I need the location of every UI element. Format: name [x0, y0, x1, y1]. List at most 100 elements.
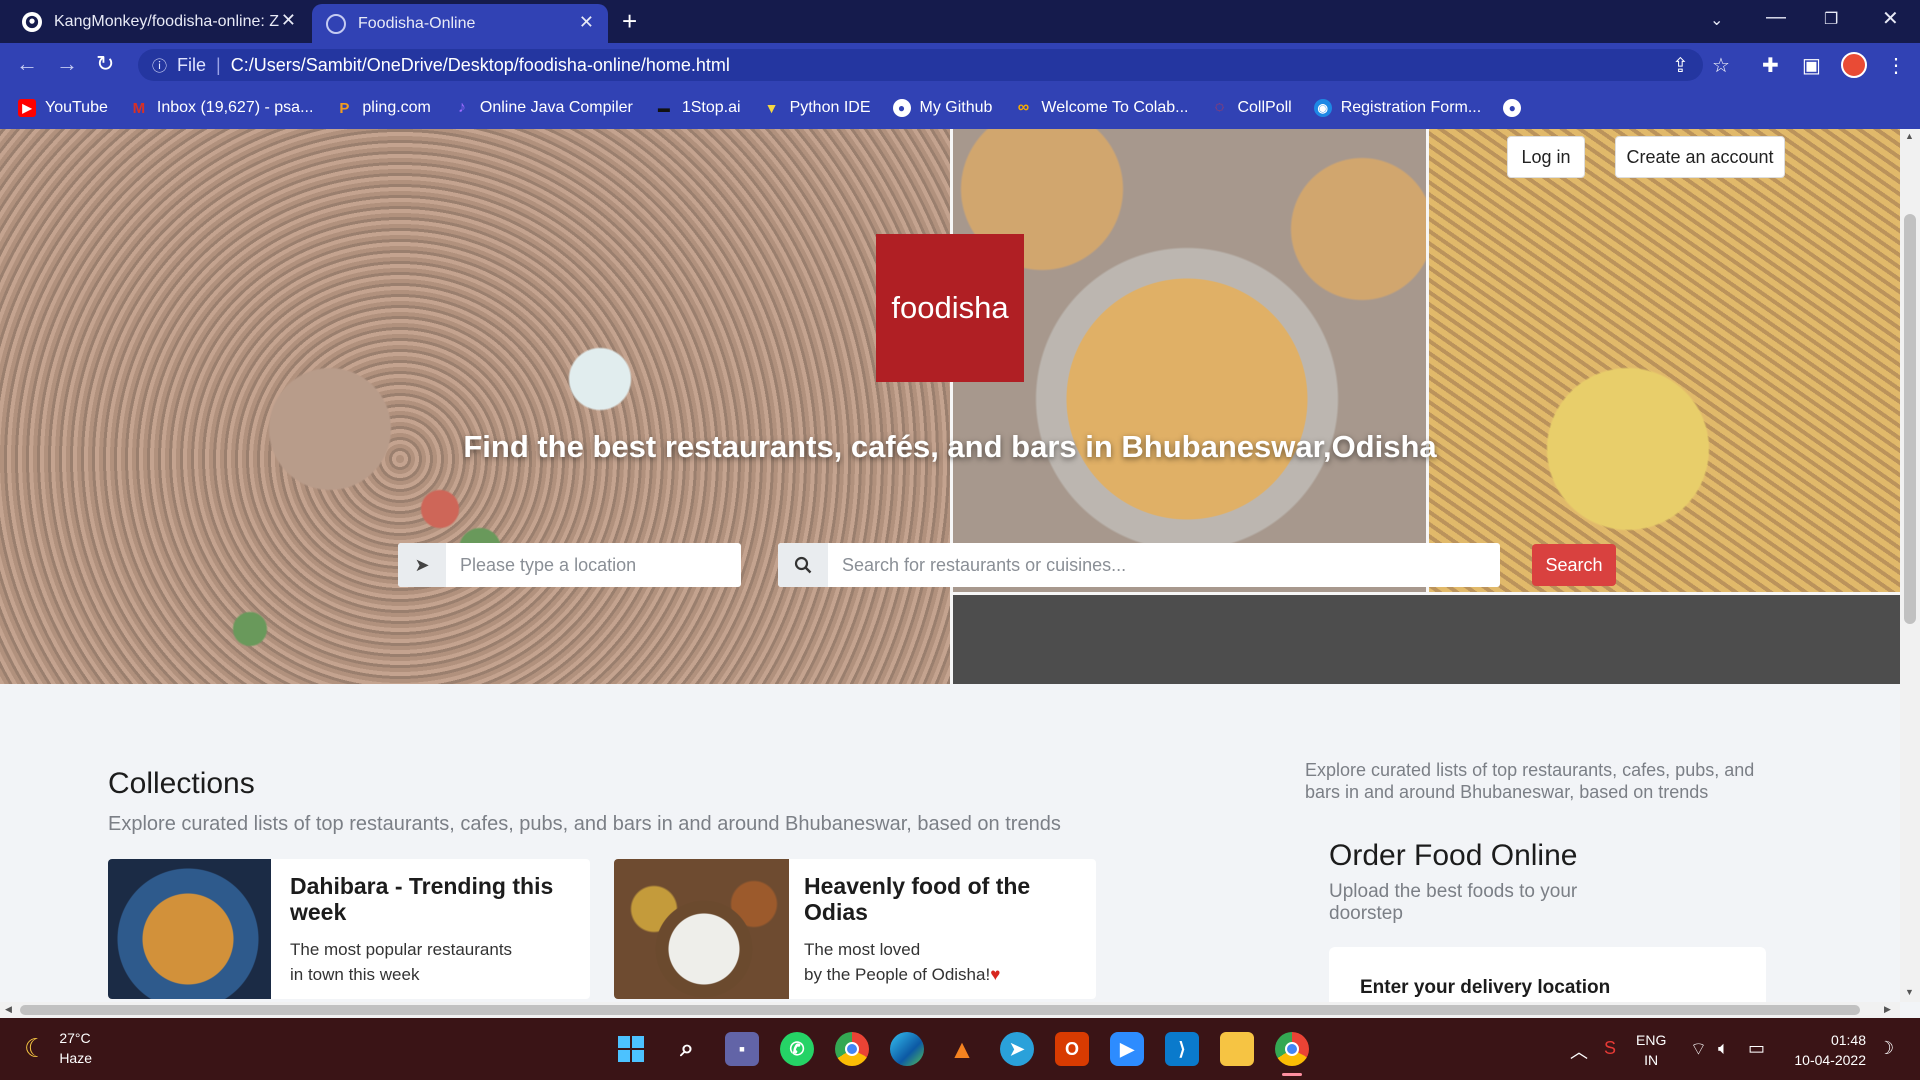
active-app-indicator — [1282, 1073, 1302, 1076]
bookmark-star-icon[interactable]: ☆ — [1712, 53, 1730, 78]
card-description: The most popular restaurants in town thi… — [290, 940, 513, 984]
restore-icon[interactable]: ❐ — [1824, 9, 1838, 29]
temperature: 27°C — [59, 1030, 91, 1046]
hero-banner: Log in Create an account foodisha Find t… — [0, 129, 1900, 684]
foodisha-logo[interactable]: foodisha — [876, 234, 1024, 382]
location-placeholder: Please type a location — [460, 554, 637, 575]
scroll-down-icon[interactable]: ▼ — [1905, 987, 1914, 997]
bookmark-colab[interactable]: ∞ Welcome To Colab... — [1014, 99, 1189, 117]
bookmark-label: My Github — [919, 99, 993, 116]
close-icon[interactable]: ✕ — [579, 12, 594, 33]
scrollbar-thumb[interactable] — [20, 1005, 1860, 1015]
browser-toolbar: ← → ↻ ⓘ File | C:/Users/Sambit/OneDrive/… — [0, 43, 1920, 87]
scroll-left-icon[interactable]: ◀ — [5, 1004, 12, 1015]
new-tab-button[interactable]: + — [622, 6, 637, 37]
profile-avatar[interactable] — [1841, 52, 1867, 78]
bookmark-github[interactable]: ● My Github — [892, 99, 993, 117]
location-input[interactable]: ➤ Please type a location — [398, 543, 741, 587]
hero-overlay — [0, 129, 1900, 684]
language-indicator[interactable]: ENG IN — [1636, 1030, 1666, 1070]
scrollbar-thumb[interactable] — [1904, 214, 1916, 624]
collection-card[interactable]: Heavenly food of the Odias The most love… — [614, 859, 1096, 999]
bookmark-java-compiler[interactable]: ♪ Online Java Compiler — [453, 99, 633, 117]
card-description: The most loved by the People of Odisha!♥ — [804, 937, 1084, 987]
start-icon[interactable] — [614, 1032, 648, 1066]
tab-github[interactable]: KangMonkey/foodisha-online: Z ✕ — [8, 0, 310, 43]
globe-icon — [326, 13, 346, 34]
bookmark-youtube[interactable]: ▶ YouTube — [18, 99, 108, 117]
sidebar-description: Explore curated lists of top restaurants… — [1305, 760, 1755, 802]
bookmark-inbox[interactable]: M Inbox (19,627) - psa... — [130, 99, 314, 117]
teams-chat-icon[interactable]: ▪ — [725, 1032, 759, 1066]
volume-icon[interactable]: 🔈︎ — [1718, 1038, 1729, 1059]
clock[interactable]: 01:48 10-04-2022 — [1786, 1030, 1866, 1070]
clock-time: 01:48 — [1830, 1032, 1866, 1048]
zoom-icon[interactable]: ▶ — [1110, 1032, 1144, 1066]
chrome-active-icon[interactable] — [1275, 1032, 1309, 1066]
share-icon[interactable]: ⇪ — [1672, 53, 1689, 78]
bookmark-label: pling.com — [362, 99, 431, 116]
battery-icon[interactable]: ▭ — [1748, 1038, 1765, 1059]
delivery-location-card[interactable]: Enter your delivery location — [1329, 947, 1766, 1002]
office-icon[interactable]: O — [1055, 1032, 1089, 1066]
info-icon[interactable]: ⓘ — [152, 55, 167, 76]
bookmark-github-extra[interactable]: ● — [1503, 99, 1530, 117]
vlc-icon[interactable]: ▲ — [945, 1032, 979, 1066]
chrome-icon[interactable] — [835, 1032, 869, 1066]
youtube-icon: ▶ — [18, 99, 36, 117]
weather-widget[interactable]: ☾ 27°C Haze — [24, 1028, 92, 1068]
language-bottom: IN — [1644, 1052, 1659, 1068]
whatsapp-icon[interactable]: ✆ — [780, 1032, 814, 1066]
search-button[interactable]: Search — [1532, 544, 1616, 586]
bookmark-python-ide[interactable]: ▼ Python IDE — [763, 99, 871, 117]
forward-icon[interactable]: → — [56, 51, 78, 77]
show-hidden-icons[interactable]: ︿ — [1570, 1038, 1588, 1064]
wifi-icon[interactable]: ⌔ — [1690, 1038, 1707, 1061]
back-icon[interactable]: ← — [16, 51, 38, 77]
window-close-icon[interactable]: ✕ — [1882, 6, 1899, 31]
notifications-icon[interactable]: ☽ — [1878, 1038, 1894, 1059]
onestop-icon: ▬ — [657, 101, 670, 115]
java-icon: ♪ — [457, 99, 466, 116]
search-icon[interactable]: ⌕ — [670, 1032, 704, 1066]
edge-icon[interactable] — [890, 1032, 924, 1066]
file-explorer-icon[interactable] — [1220, 1032, 1254, 1066]
create-account-button[interactable]: Create an account — [1615, 136, 1785, 178]
weather-condition: Haze — [59, 1050, 92, 1066]
bookmark-label: Registration Form... — [1340, 99, 1482, 116]
telegram-icon[interactable]: ➤ — [1000, 1032, 1034, 1066]
github-icon — [22, 11, 42, 32]
antivirus-icon[interactable]: S — [1604, 1038, 1616, 1059]
collpoll-icon: ◌ — [1214, 99, 1225, 116]
horizontal-scrollbar[interactable]: ◀ ▶ — [0, 1002, 1900, 1018]
close-icon[interactable]: ✕ — [281, 10, 296, 31]
delivery-location-label: Enter your delivery location — [1360, 977, 1611, 998]
vscode-icon[interactable]: ⟩ — [1165, 1032, 1199, 1066]
restaurant-search-input[interactable]: Search for restaurants or cuisines... — [778, 543, 1500, 587]
scroll-up-icon[interactable]: ▲ — [1905, 131, 1914, 141]
side-panel-icon[interactable]: ▣ — [1802, 53, 1821, 78]
bookmark-registration[interactable]: ◉ Registration Form... — [1313, 99, 1482, 117]
address-url: C:/Users/Sambit/OneDrive/Desktop/foodish… — [230, 54, 730, 75]
bookmark-label: YouTube — [45, 99, 108, 116]
scroll-right-icon[interactable]: ▶ — [1884, 1004, 1891, 1015]
bookmark-collpoll[interactable]: ◌ CollPoll — [1210, 99, 1292, 117]
login-button[interactable]: Log in — [1507, 136, 1585, 178]
address-bar[interactable]: ⓘ File | C:/Users/Sambit/OneDrive/Deskto… — [138, 49, 1703, 81]
collection-card[interactable]: Dahibara - Trending this week The most p… — [108, 859, 590, 999]
pling-icon: P — [339, 99, 350, 117]
heart-icon: ♥ — [990, 965, 1001, 984]
vertical-scrollbar[interactable]: ▲ ▼ — [1900, 129, 1920, 1002]
reload-icon[interactable]: ↻ — [96, 51, 114, 77]
extensions-icon[interactable]: ✚ — [1762, 53, 1779, 78]
tab-foodisha[interactable]: Foodisha-Online ✕ — [312, 4, 608, 43]
hero-tagline: Find the best restaurants, cafés, and ba… — [463, 429, 1437, 464]
card-description-text: The most loved by the People of Odisha! — [804, 940, 991, 984]
bookmark-label: Python IDE — [789, 99, 871, 116]
tab-search-icon[interactable]: ⌄ — [1710, 10, 1723, 30]
bookmark-1stop[interactable]: ▬ 1Stop.ai — [655, 99, 741, 117]
gmail-icon: M — [132, 99, 146, 117]
menu-icon[interactable]: ⋮ — [1886, 53, 1906, 78]
bookmark-pling[interactable]: P pling.com — [335, 99, 431, 117]
minimize-icon[interactable]: — — [1766, 6, 1786, 29]
